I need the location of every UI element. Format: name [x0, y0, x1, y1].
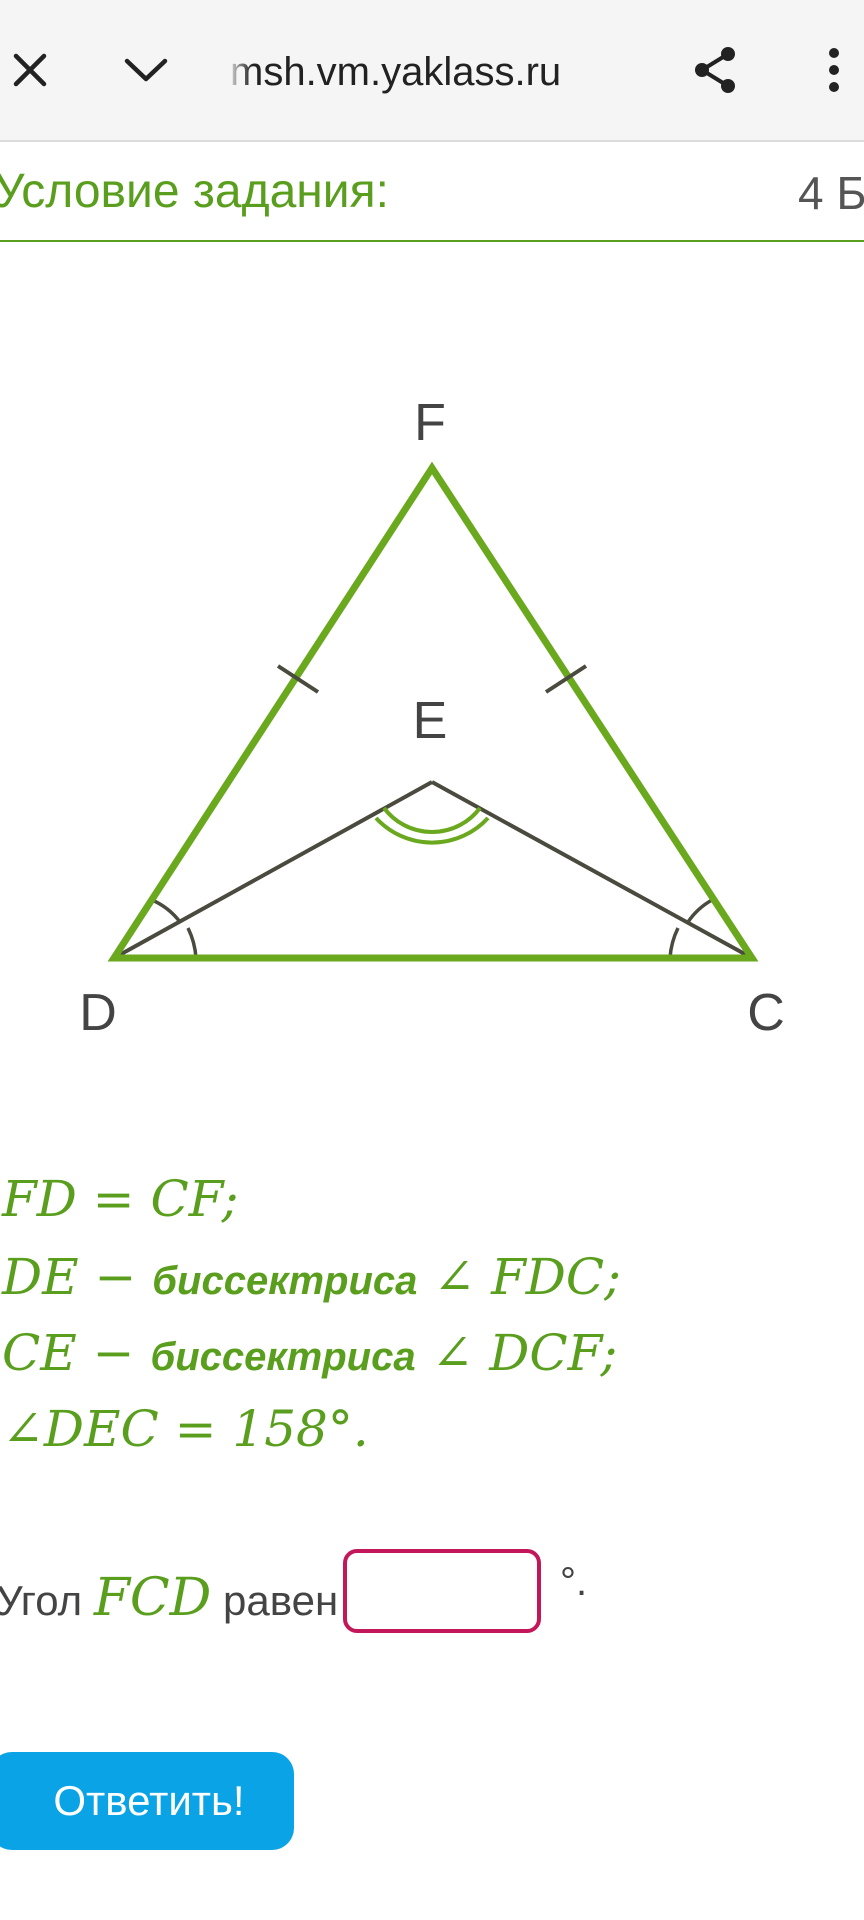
submit-button[interactable]: Ответить!: [0, 1752, 294, 1850]
vertex-label-c: C: [747, 984, 785, 1042]
more-vertical-icon[interactable]: [804, 40, 864, 100]
condition-3-left: CE: [2, 1324, 77, 1382]
condition-3-dash: −: [76, 1324, 151, 1382]
condition-2-dash: −: [78, 1248, 153, 1306]
condition-1: FD = CF;: [2, 1170, 238, 1228]
vertex-label-f: F: [414, 394, 446, 452]
triangle-figure: F E D C: [79, 394, 785, 1042]
vertex-label-e: E: [413, 692, 448, 750]
condition-1-math: FD = CF;: [2, 1170, 239, 1228]
condition-2-word: биссектриса: [152, 1259, 418, 1303]
chevron-down-icon[interactable]: [116, 40, 176, 100]
condition-3-right: ∠ DCF;: [415, 1324, 618, 1382]
task-title: Условие задания:: [0, 165, 389, 218]
task-header: Условие задания: 4 Б: [0, 142, 864, 242]
question-math: FCD: [93, 1568, 212, 1628]
vertex-label-d: D: [79, 984, 117, 1042]
angle-arc-c-lower: [668, 927, 680, 959]
condition-2-left: DE: [2, 1248, 79, 1306]
condition-4: ∠DEC = 158°.: [2, 1400, 369, 1458]
condition-4-math: ∠DEC = 158°.: [2, 1400, 369, 1458]
question-text: Угол FCD равен: [0, 1558, 338, 1638]
condition-3-word: биссектриса: [150, 1335, 416, 1379]
task-points: 4 Б: [798, 167, 864, 219]
share-icon[interactable]: [686, 40, 746, 100]
condition-2-right: ∠ FDC;: [417, 1248, 621, 1306]
url-bar[interactable]: msh.vm.yaklass.ru: [230, 42, 561, 102]
close-icon[interactable]: [0, 40, 60, 100]
angle-arc-c-upper: [686, 898, 713, 924]
condition-2: DE − биссектриса ∠ FDC;: [2, 1248, 621, 1306]
answer-input[interactable]: [343, 1549, 541, 1633]
angle-arc-d-upper: [151, 898, 182, 924]
question-suffix: равен: [211, 1577, 339, 1624]
question-prefix: Угол: [0, 1577, 94, 1624]
angle-arc-e-inner: [382, 806, 482, 834]
url-fade: [226, 44, 252, 100]
angle-arc-d-lower: [186, 927, 198, 959]
condition-3: CE − биссектриса ∠ DCF;: [2, 1324, 617, 1382]
browser-toolbar: msh.vm.yaklass.ru: [0, 0, 864, 142]
degree-unit: °.: [560, 1560, 588, 1604]
